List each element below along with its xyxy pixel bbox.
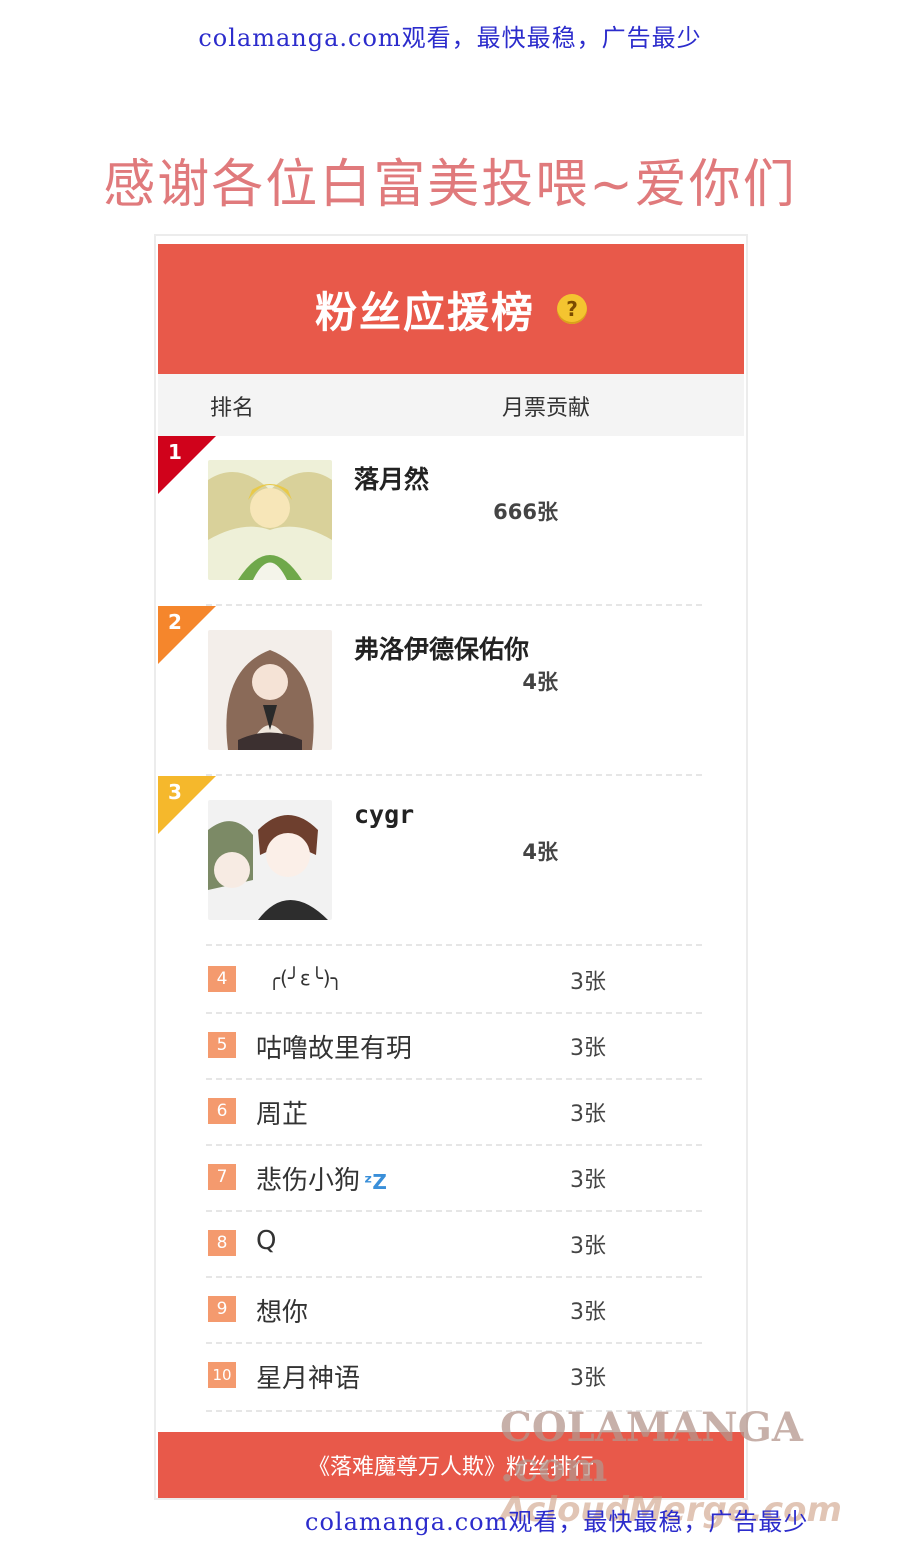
fan-name: 弗洛伊德保佑你: [354, 635, 530, 664]
column-tickets-label: 月票贡献: [502, 396, 591, 421]
top-watermark-banner: colamanga.com观看，最快最稳，广告最少: [198, 24, 702, 52]
fan-name: 想你: [256, 1298, 309, 1328]
fan-name-wrap: 悲伤小狗 ᶻZ: [256, 1160, 387, 1197]
top-rank-row[interactable]: 2 弗洛伊德保佑你 4张: [158, 606, 744, 774]
column-rank-label: 排名: [210, 396, 255, 421]
fan-name: 落月然: [354, 465, 430, 494]
rank-number: 3: [168, 780, 182, 804]
column-header: 排名 月票贡献: [158, 374, 744, 436]
ticket-count: 3张: [570, 1366, 606, 1391]
rank-number: 7: [208, 1164, 236, 1190]
ticket-count: 4张: [522, 670, 558, 694]
rank-number: 6: [208, 1098, 236, 1124]
fan-name: 周芷: [256, 1100, 309, 1130]
question-icon[interactable]: ?: [557, 294, 587, 324]
list-item[interactable]: 7 悲伤小狗 ᶻZ 3张: [158, 1144, 744, 1210]
rank-number: 4: [208, 966, 236, 992]
avatar[interactable]: [208, 460, 332, 580]
ticket-count: 3张: [570, 1300, 606, 1325]
ticket-count: 3张: [570, 970, 606, 995]
bottom-watermark-banner: colamanga.com观看，最快最稳，广告最少: [305, 1508, 809, 1536]
fan-name: 咕噜故里有玥: [256, 1034, 413, 1064]
top-rank-row[interactable]: 1 落月然 666张: [158, 436, 744, 604]
rank-number: 1: [168, 440, 182, 464]
list-item[interactable]: 10 星月神语 3张: [158, 1342, 744, 1408]
ticket-count: 666张: [493, 500, 558, 524]
thanks-title: 感谢各位白富美投喂~爱你们: [103, 155, 797, 215]
ticket-count: 4张: [522, 840, 558, 864]
fan-name: 悲伤小狗: [256, 1166, 361, 1196]
list-item[interactable]: 9 想你 3张: [158, 1276, 744, 1342]
fan-name: 星月神语: [256, 1364, 361, 1394]
fan-name: ╭(╯ε╰)╮: [268, 966, 343, 990]
avatar[interactable]: [208, 800, 332, 920]
fan-ranking-panel: 粉丝应援榜 ? 排名 月票贡献 1 落月然 666张 2 弗洛伊德保佑你 4张 …: [156, 236, 746, 1498]
ticket-count: 3张: [570, 1036, 606, 1061]
avatar[interactable]: [208, 630, 332, 750]
site-watermark: COLAMANGA .com AcloudMerge.com: [500, 1408, 900, 1531]
list-item[interactable]: 5 咕噜故里有玥 3张: [158, 1012, 744, 1078]
ticket-count: 3张: [570, 1234, 606, 1259]
panel-title: 粉丝应援榜: [314, 287, 535, 337]
sleep-zz-icon: ᶻZ: [364, 1170, 387, 1194]
fan-name: cygr: [354, 800, 415, 829]
list-item[interactable]: 8 Q 3张: [158, 1210, 744, 1276]
rank-number: 8: [208, 1230, 236, 1256]
top-rank-row[interactable]: 3 cygr 4张: [158, 776, 744, 944]
list-item[interactable]: 4 ╭(╯ε╰)╮ 3张: [158, 946, 744, 1012]
panel-header: 粉丝应援榜 ?: [158, 244, 744, 374]
rank-number: 10: [208, 1362, 236, 1388]
fan-name: Q: [256, 1226, 277, 1256]
watermark-line-1: COLAMANGA .com: [500, 1404, 803, 1491]
rank-number: 9: [208, 1296, 236, 1322]
ticket-count: 3张: [570, 1168, 606, 1193]
list-item[interactable]: 6 周芷 3张: [158, 1078, 744, 1144]
rank-number: 2: [168, 610, 182, 634]
ticket-count: 3张: [570, 1102, 606, 1127]
rank-number: 5: [208, 1032, 236, 1058]
